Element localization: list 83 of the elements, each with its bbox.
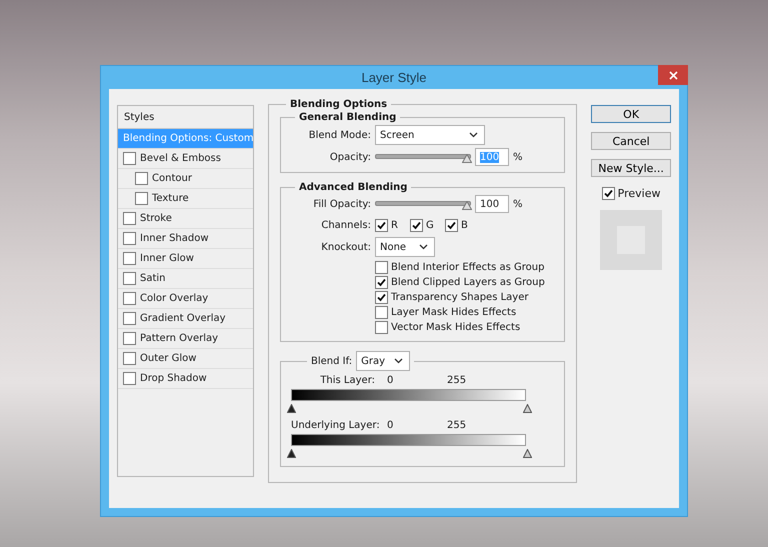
check-icon <box>412 220 421 230</box>
dropdown[interactable]: None <box>375 237 435 257</box>
style-item[interactable]: Pattern Overlay <box>118 329 253 349</box>
checkbox-label: R <box>391 220 398 230</box>
slider-thumb[interactable] <box>462 154 472 163</box>
checkbox[interactable] <box>123 372 136 385</box>
slider-marker-icon[interactable] <box>523 404 532 413</box>
style-item[interactable]: Satin <box>118 269 253 289</box>
checkbox[interactable] <box>410 218 423 232</box>
slider-track[interactable] <box>375 198 471 210</box>
checkbox[interactable] <box>135 172 148 185</box>
checkbox[interactable] <box>135 192 148 205</box>
checkbox-label: Vector Mask Hides Effects <box>391 322 520 333</box>
checkbox[interactable] <box>123 252 136 265</box>
checkbox-label: Blend Interior Effects as Group <box>391 262 544 273</box>
checkbox-label: Transparency Shapes Layer <box>391 292 528 303</box>
style-item[interactable]: Outer Glow <box>118 349 253 369</box>
slider-marker-icon[interactable] <box>287 449 296 458</box>
group-title: Advanced Blending <box>298 182 408 193</box>
check-icon <box>604 189 613 198</box>
checkbox-label: Layer Mask Hides Effects <box>391 307 516 318</box>
check-icon <box>447 220 456 230</box>
close-button[interactable] <box>658 65 688 85</box>
style-item[interactable]: Texture <box>118 189 253 209</box>
style-item[interactable]: Gradient Overlay <box>118 309 253 329</box>
checkbox[interactable] <box>123 272 136 285</box>
checkbox[interactable] <box>375 218 388 232</box>
style-item[interactable]: Color Overlay <box>118 289 253 309</box>
group-title: General Blending <box>298 112 398 123</box>
close-icon <box>668 70 678 80</box>
check-icon <box>377 220 386 230</box>
dialog-button[interactable]: OK <box>591 105 671 123</box>
field-label: Channels: <box>320 220 371 230</box>
style-item[interactable]: Stroke <box>118 209 253 229</box>
checkbox-label: Preview <box>618 187 660 200</box>
checkbox[interactable] <box>123 292 136 305</box>
panel-header: Styles <box>124 112 154 122</box>
checkbox[interactable] <box>123 332 136 345</box>
checkbox[interactable] <box>123 212 136 225</box>
caret-icon <box>469 132 478 138</box>
slider-marker-icon[interactable] <box>523 449 532 458</box>
checkbox-label: Blend Clipped Layers as Group <box>391 277 545 288</box>
dialog-button[interactable]: Cancel <box>591 132 671 150</box>
checkbox[interactable] <box>375 261 388 274</box>
dialog-button[interactable]: New Style... <box>591 159 671 177</box>
unit-label: % <box>513 198 523 210</box>
checkbox[interactable] <box>123 152 136 165</box>
field-label: Blend If: <box>311 356 352 366</box>
group-title: Blending Options <box>289 99 388 110</box>
style-item[interactable]: Inner Glow <box>118 249 253 269</box>
number-field[interactable]: 100 <box>475 195 509 213</box>
field-label: Knockout: <box>320 242 371 252</box>
range-value: 0 <box>386 375 394 386</box>
slider-thumb[interactable] <box>462 201 472 210</box>
checkbox[interactable] <box>375 321 388 334</box>
slider-marker-icon[interactable] <box>287 404 296 413</box>
checkbox[interactable] <box>123 232 136 245</box>
slider-track[interactable] <box>375 151 471 163</box>
style-item[interactable]: Bevel & Emboss <box>118 149 253 169</box>
checkbox[interactable] <box>375 276 388 289</box>
checkbox[interactable] <box>123 352 136 365</box>
checkbox[interactable] <box>375 291 388 304</box>
style-item[interactable]: Inner Shadow <box>118 229 253 249</box>
checkbox-label: G <box>426 220 434 230</box>
checkbox-label: B <box>461 220 468 230</box>
unit-label: % <box>513 152 523 162</box>
caret-icon <box>419 244 428 250</box>
field-label: Blend Mode: <box>308 130 371 140</box>
dropdown[interactable]: Gray <box>356 351 410 371</box>
range-value: 255 <box>447 420 468 431</box>
dropdown[interactable]: Screen <box>375 125 485 145</box>
style-item[interactable]: Drop Shadow <box>118 369 253 389</box>
style-item[interactable]: Contour <box>118 169 253 189</box>
field-label: Fill Opacity: <box>312 198 371 210</box>
window-title: Layer Style <box>361 70 427 85</box>
range-value: 255 <box>447 375 468 386</box>
range-label: This Layer: <box>319 375 375 386</box>
checkbox[interactable] <box>375 306 388 319</box>
caret-icon <box>394 358 404 364</box>
checkbox[interactable] <box>123 312 136 325</box>
checkbox[interactable] <box>602 187 615 200</box>
field-label: Opacity: <box>328 152 371 162</box>
checkbox[interactable] <box>445 218 458 232</box>
